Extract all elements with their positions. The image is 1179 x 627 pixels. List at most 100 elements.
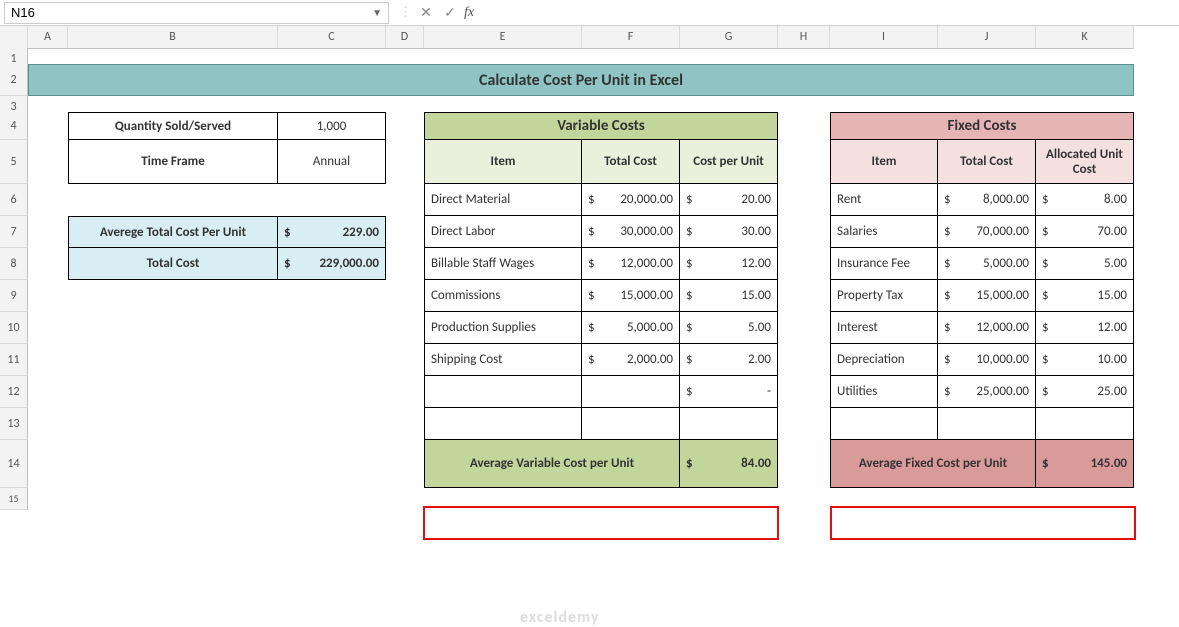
row-header[interactable]: 13: [0, 408, 28, 440]
fc-col-total: Total Cost: [938, 140, 1036, 184]
row-header[interactable]: 7: [0, 216, 28, 248]
avg-cost-value[interactable]: $229.00: [278, 216, 386, 248]
vc-total[interactable]: $2,000.00: [582, 344, 680, 376]
vc-item[interactable]: Production Supplies: [424, 312, 582, 344]
row-header[interactable]: 9: [0, 280, 28, 312]
col-header[interactable]: E: [424, 26, 582, 49]
row-header[interactable]: 11: [0, 344, 28, 376]
fc-total[interactable]: $12,000.00: [938, 312, 1036, 344]
vc-total[interactable]: [582, 376, 680, 408]
vc-total[interactable]: $5,000.00: [582, 312, 680, 344]
fixed-costs-header: Fixed Costs: [830, 112, 1134, 140]
vc-total[interactable]: [582, 408, 680, 440]
chevron-down-icon[interactable]: ▼: [372, 6, 382, 19]
vc-footer-value[interactable]: $84.00: [680, 440, 778, 488]
row-header[interactable]: 8: [0, 248, 28, 280]
vc-unit[interactable]: $2.00: [680, 344, 778, 376]
vc-unit[interactable]: $15.00: [680, 280, 778, 312]
fc-item[interactable]: Rent: [830, 184, 938, 216]
fc-total[interactable]: $5,000.00: [938, 248, 1036, 280]
fc-item[interactable]: Interest: [830, 312, 938, 344]
vc-total[interactable]: $20,000.00: [582, 184, 680, 216]
vc-item[interactable]: Shipping Cost: [424, 344, 582, 376]
col-header[interactable]: B: [68, 26, 278, 49]
total-cost-label: Total Cost: [68, 248, 278, 280]
row-header[interactable]: 14: [0, 440, 28, 488]
col-header[interactable]: A: [28, 26, 68, 49]
fc-total[interactable]: $25,000.00: [938, 376, 1036, 408]
vc-unit[interactable]: $-: [680, 376, 778, 408]
fc-unit[interactable]: $5.00: [1036, 248, 1134, 280]
watermark: exceldemy: [520, 608, 599, 627]
fc-unit[interactable]: $10.00: [1036, 344, 1134, 376]
vc-unit[interactable]: $12.00: [680, 248, 778, 280]
vc-total[interactable]: $30,000.00: [582, 216, 680, 248]
fc-total[interactable]: $10,000.00: [938, 344, 1036, 376]
row-header[interactable]: 15: [0, 488, 28, 510]
fc-total[interactable]: $15,000.00: [938, 280, 1036, 312]
vc-unit[interactable]: [680, 408, 778, 440]
fc-unit[interactable]: [1036, 408, 1134, 440]
vc-unit[interactable]: $20.00: [680, 184, 778, 216]
timeframe-label: Time Frame: [68, 140, 278, 184]
fc-footer-value[interactable]: $145.00: [1036, 440, 1134, 488]
fc-item[interactable]: Insurance Fee: [830, 248, 938, 280]
total-cost-value[interactable]: $229,000.00: [278, 248, 386, 280]
fc-footer-label: Average Fixed Cost per Unit: [830, 440, 1036, 488]
vc-item[interactable]: Billable Staff Wages: [424, 248, 582, 280]
vc-item[interactable]: Direct Material: [424, 184, 582, 216]
vc-col-unit: Cost per Unit: [680, 140, 778, 184]
page-title: Calculate Cost Per Unit in Excel: [28, 64, 1134, 96]
vc-total[interactable]: $12,000.00: [582, 248, 680, 280]
check-icon[interactable]: ✓: [440, 3, 460, 23]
vc-item[interactable]: [424, 376, 582, 408]
col-header[interactable]: J: [938, 26, 1036, 49]
row-header[interactable]: 10: [0, 312, 28, 344]
fc-item[interactable]: Salaries: [830, 216, 938, 248]
col-header[interactable]: C: [278, 26, 386, 49]
fc-item[interactable]: Utilities: [830, 376, 938, 408]
col-header[interactable]: F: [582, 26, 680, 49]
fc-unit[interactable]: $70.00: [1036, 216, 1134, 248]
fc-total[interactable]: [938, 408, 1036, 440]
fc-unit[interactable]: $8.00: [1036, 184, 1134, 216]
fc-item[interactable]: Depreciation: [830, 344, 938, 376]
vc-item[interactable]: Direct Labor: [424, 216, 582, 248]
row-header[interactable]: 6: [0, 184, 28, 216]
col-header[interactable]: D: [386, 26, 424, 49]
fc-total[interactable]: $8,000.00: [938, 184, 1036, 216]
row-header[interactable]: 4: [0, 112, 28, 140]
row-header[interactable]: 2: [0, 64, 28, 96]
fc-item[interactable]: [830, 408, 938, 440]
select-all-corner[interactable]: [0, 26, 28, 49]
vc-unit[interactable]: $5.00: [680, 312, 778, 344]
spreadsheet-grid[interactable]: A B C D E F G H I J K 1 2 Calculate Cost…: [0, 26, 1179, 498]
fx-icon[interactable]: fx: [464, 5, 474, 21]
fc-unit[interactable]: $12.00: [1036, 312, 1134, 344]
name-box-input[interactable]: [11, 5, 372, 20]
vc-col-total: Total Cost: [582, 140, 680, 184]
fc-unit[interactable]: $25.00: [1036, 376, 1134, 408]
highlight-box-icon: [423, 506, 779, 540]
fc-col-unit: Allocated Unit Cost: [1036, 140, 1134, 184]
column-headers: A B C D E F G H I J K: [0, 26, 1179, 48]
qty-value[interactable]: 1,000: [278, 112, 386, 140]
vc-footer-label: Average Variable Cost per Unit: [424, 440, 680, 488]
fc-item[interactable]: Property Tax: [830, 280, 938, 312]
col-header[interactable]: H: [778, 26, 830, 49]
fc-unit[interactable]: $15.00: [1036, 280, 1134, 312]
row-header[interactable]: 5: [0, 140, 28, 184]
formula-input[interactable]: [478, 2, 978, 24]
vc-total[interactable]: $15,000.00: [582, 280, 680, 312]
col-header[interactable]: I: [830, 26, 938, 49]
row-header[interactable]: 12: [0, 376, 28, 408]
cancel-icon[interactable]: ✕: [416, 3, 436, 23]
vc-unit[interactable]: $30.00: [680, 216, 778, 248]
vc-item[interactable]: [424, 408, 582, 440]
col-header[interactable]: G: [680, 26, 778, 49]
fc-total[interactable]: $70,000.00: [938, 216, 1036, 248]
name-box[interactable]: ▼: [4, 2, 389, 24]
vc-item[interactable]: Commissions: [424, 280, 582, 312]
col-header[interactable]: K: [1036, 26, 1134, 49]
timeframe-value[interactable]: Annual: [278, 140, 386, 184]
